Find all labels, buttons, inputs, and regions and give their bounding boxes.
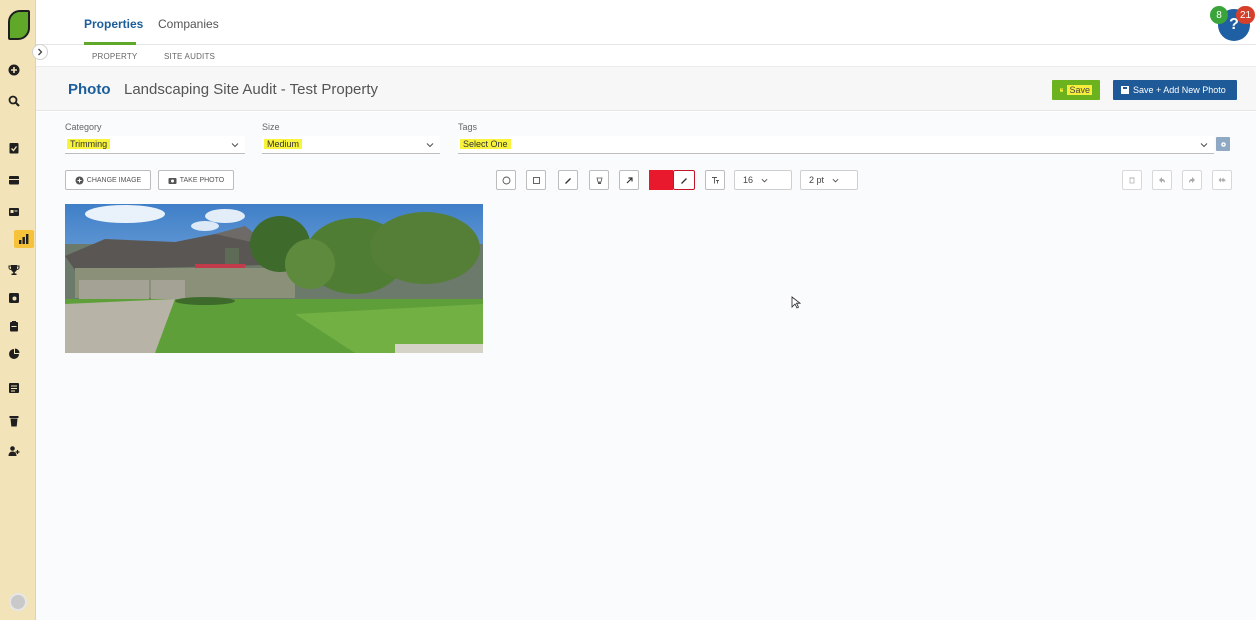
undo-all-icon [1218, 177, 1226, 183]
chevron-down-icon [761, 178, 768, 182]
arrow-tool-button[interactable] [619, 170, 639, 190]
user-avatar[interactable] [9, 593, 27, 611]
redo-icon [1189, 177, 1195, 183]
tags-select[interactable]: Select One [458, 136, 1214, 154]
sidebar-collapse-button[interactable] [32, 44, 48, 60]
stroke-width-select[interactable]: 2 pt [800, 170, 858, 190]
clipboard-check-icon[interactable] [6, 140, 22, 156]
category-value: Trimming [67, 139, 111, 149]
redo-button[interactable] [1182, 170, 1202, 190]
wallet-icon[interactable] [6, 172, 22, 188]
eyedropper-icon [680, 177, 687, 184]
take-photo-label: TAKE PHOTO [179, 176, 225, 184]
circle-icon [502, 176, 510, 184]
chevron-down-icon [426, 143, 434, 148]
breadcrumb: PROPERTY SITE AUDITS [36, 45, 1256, 67]
page-subtitle: Landscaping Site Audit - Test Property [124, 81, 379, 98]
color-picker-button[interactable] [673, 170, 695, 190]
trash-icon [1129, 177, 1135, 184]
category-label: Category [65, 122, 102, 132]
tags-label: Tags [458, 122, 478, 132]
pencil-icon [564, 177, 571, 184]
plus-circle-icon[interactable] [6, 62, 22, 78]
photo-editor: Category Trimming Size Medium Tags Selec… [36, 112, 1256, 620]
category-select[interactable]: Trimming [65, 136, 245, 154]
subnav-property[interactable]: PROPERTY [92, 52, 137, 61]
trophy-icon[interactable] [6, 262, 22, 278]
square-icon [532, 176, 540, 184]
circle-tool-button[interactable] [496, 170, 516, 190]
top-nav: Properties Companies ? 8 21 [36, 0, 1256, 45]
notification-badge-red[interactable]: 21 [1236, 6, 1256, 24]
change-image-button[interactable]: CHANGE IMAGE [65, 170, 151, 190]
left-sidebar [0, 0, 36, 620]
chevron-down-icon [1200, 143, 1208, 148]
page-header: Photo Landscaping Site Audit - Test Prop… [36, 67, 1256, 111]
size-label: Size [262, 122, 280, 132]
text-size-icon [711, 176, 719, 183]
text-tool-button[interactable] [705, 170, 725, 190]
id-card-icon[interactable] [6, 204, 22, 220]
color-swatch[interactable] [649, 170, 673, 190]
tags-value: Select One [460, 139, 511, 149]
tags-settings-button[interactable] [1216, 137, 1230, 151]
pencil-tool-button[interactable] [558, 170, 578, 190]
camera-square-icon[interactable] [6, 290, 22, 306]
floppy-disk-icon [1121, 86, 1129, 94]
chevron-down-icon [832, 178, 839, 182]
save-add-button-label: Save + Add New Photo [1133, 85, 1226, 95]
camera-icon [168, 177, 177, 184]
user-plus-icon[interactable] [6, 443, 22, 459]
arrow-up-right-icon [626, 176, 633, 183]
mouse-cursor-icon [791, 296, 801, 309]
font-size-select[interactable]: 16 [734, 170, 792, 190]
clipboard-icon[interactable] [6, 318, 22, 334]
plus-circle-icon [75, 176, 84, 184]
size-select[interactable]: Medium [262, 136, 440, 154]
page-title: Photo [68, 81, 111, 98]
property-photo[interactable] [65, 204, 483, 353]
notification-badge-green[interactable]: 8 [1210, 6, 1228, 24]
chevron-right-icon [38, 48, 43, 56]
highlighter-icon [595, 177, 603, 184]
stroke-width-value: 2 pt [809, 175, 825, 185]
undo-icon [1159, 177, 1165, 183]
tab-properties[interactable]: Properties [84, 17, 143, 31]
tab-companies[interactable]: Companies [158, 17, 219, 31]
bar-chart-icon[interactable] [14, 230, 34, 248]
app-logo[interactable] [8, 10, 30, 40]
save-button[interactable]: Save [1052, 80, 1100, 100]
delete-button[interactable] [1122, 170, 1142, 190]
undo-button[interactable] [1152, 170, 1172, 190]
save-add-new-photo-button[interactable]: Save + Add New Photo [1113, 80, 1237, 100]
floppy-disk-icon [1060, 88, 1064, 92]
size-value: Medium [264, 139, 303, 149]
chevron-down-icon [231, 143, 239, 148]
save-button-label: Save [1067, 85, 1092, 95]
undo-all-button[interactable] [1212, 170, 1232, 190]
gear-icon [1220, 141, 1226, 147]
rectangle-tool-button[interactable] [526, 170, 546, 190]
pie-chart-icon[interactable] [6, 346, 22, 362]
search-icon[interactable] [6, 93, 22, 109]
highlighter-tool-button[interactable] [589, 170, 609, 190]
font-size-value: 16 [743, 175, 754, 185]
subnav-site-audits[interactable]: SITE AUDITS [164, 52, 215, 61]
list-icon[interactable] [6, 380, 22, 396]
take-photo-button[interactable]: TAKE PHOTO [158, 170, 234, 190]
change-image-label: CHANGE IMAGE [86, 176, 142, 184]
trash-can-icon[interactable] [6, 413, 22, 429]
